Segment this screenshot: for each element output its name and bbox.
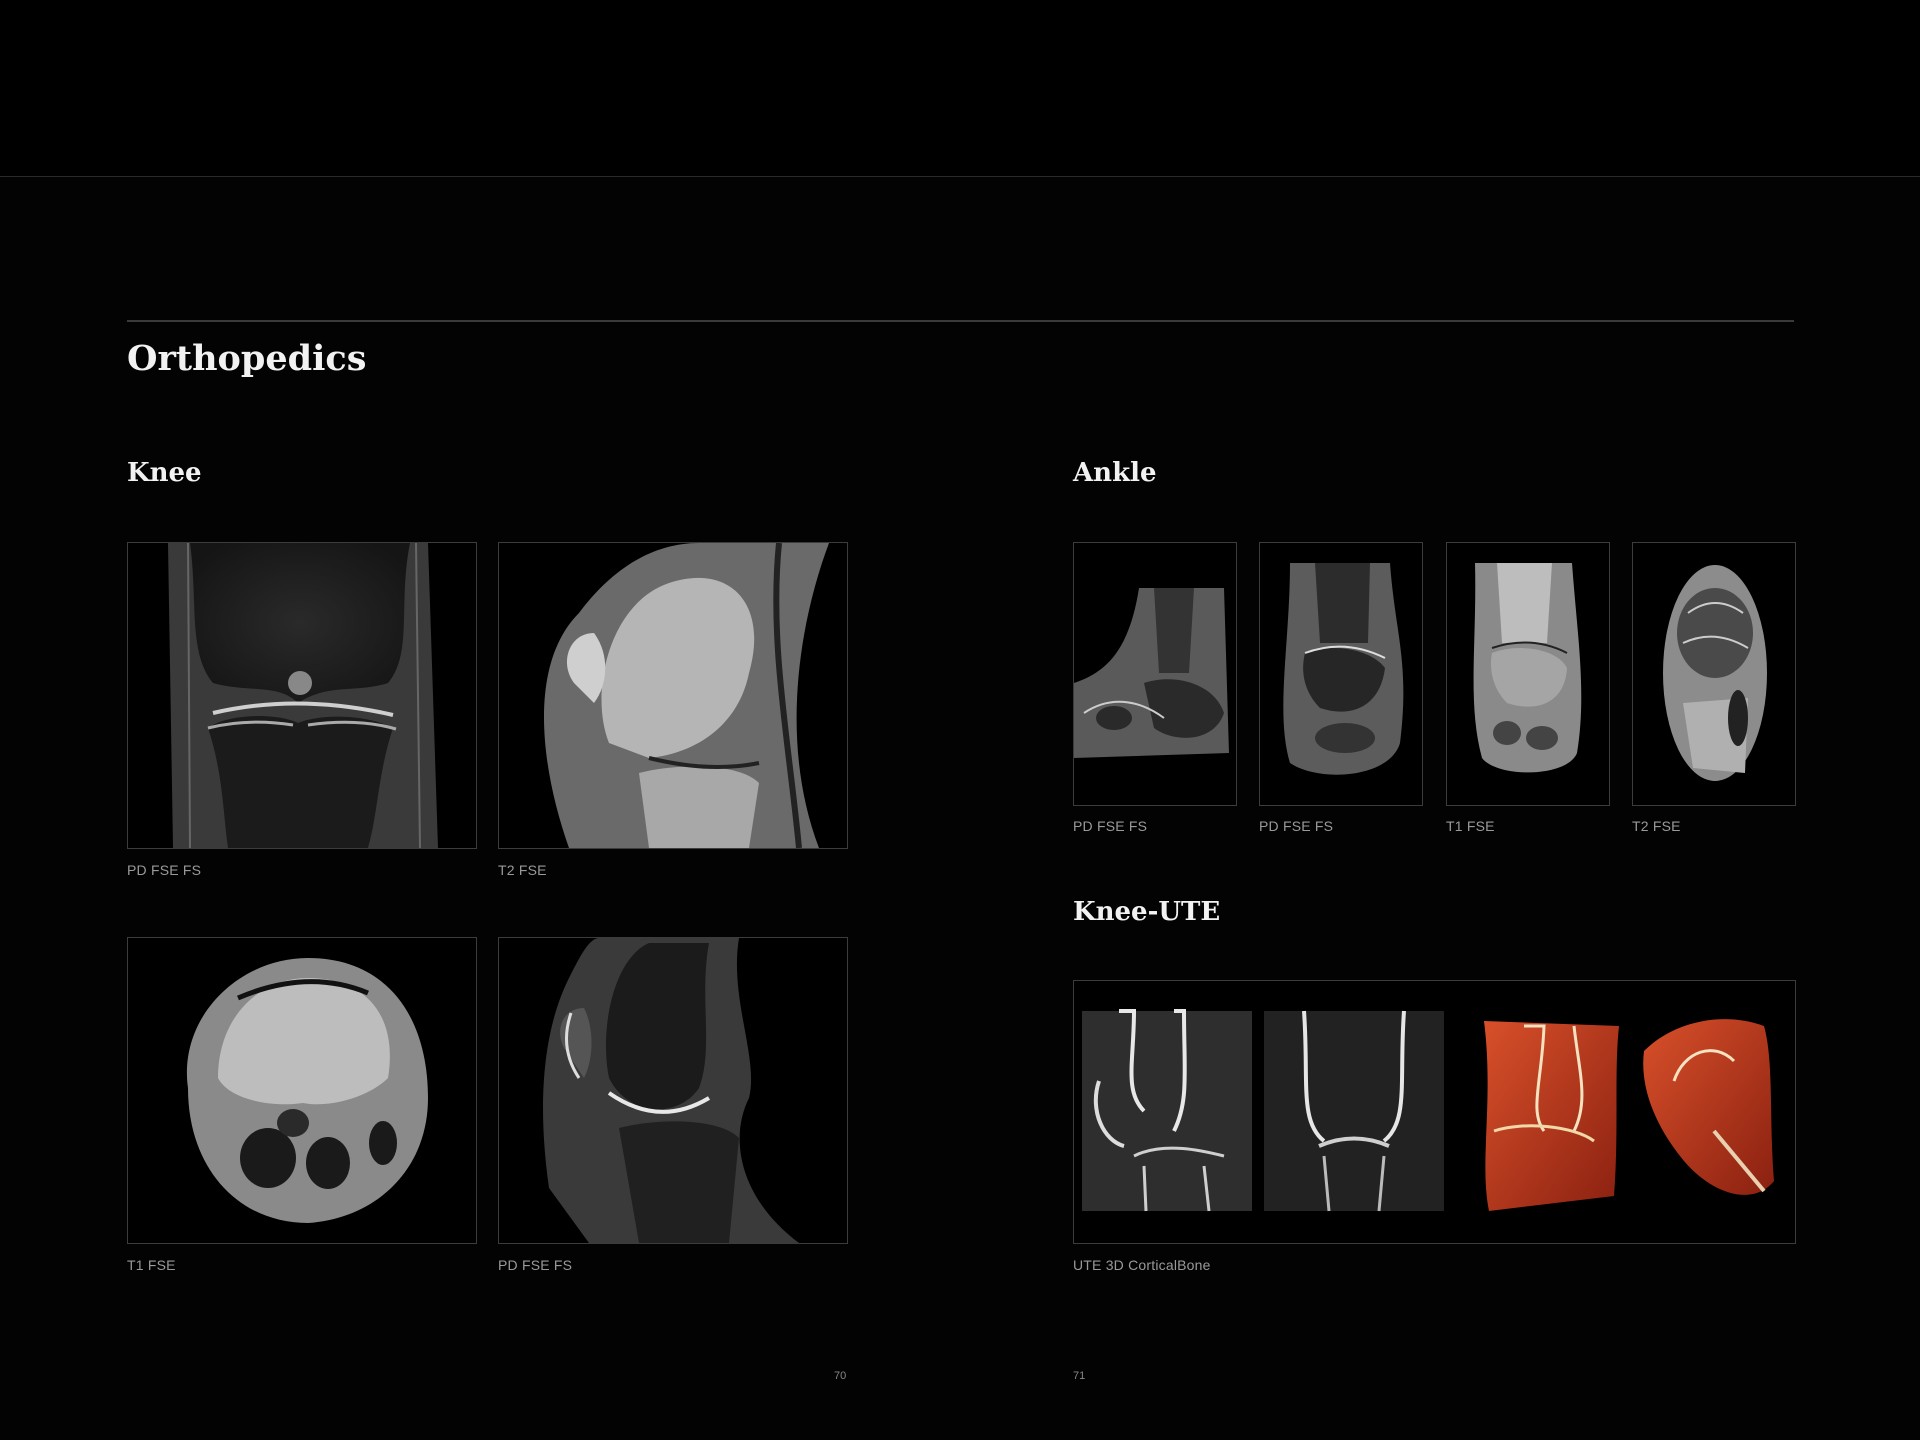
section-heading-ankle: Ankle [1073,458,1157,488]
caption-knee-2: T2 FSE [498,862,547,878]
knee-axial-image [127,937,477,1244]
header-rule [127,320,1794,322]
caption-ankle-3: T1 FSE [1446,818,1495,834]
page-number-right: 71 [1073,1370,1086,1382]
caption-knee-ute: UTE 3D CorticalBone [1073,1257,1211,1273]
caption-ankle-1: PD FSE FS [1073,818,1148,834]
page-number-left: 70 [834,1370,847,1382]
ankle-coronal-t1-image [1446,542,1610,806]
section-heading-knee-ute: Knee-UTE [1073,897,1221,927]
caption-knee-3: T1 FSE [127,1257,176,1273]
caption-ankle-2: PD FSE FS [1259,818,1334,834]
section-heading-knee: Knee [127,458,202,488]
ankle-sagittal-image [1073,542,1237,806]
caption-knee-1: PD FSE FS [127,862,202,878]
knee-coronal-image [127,542,477,849]
page-title: Orthopedics [127,338,367,379]
ankle-coronal-image [1259,542,1423,806]
knee-sagittal-image [498,542,848,849]
knee-sagittal-fs-image [498,937,848,1244]
caption-ankle-4: T2 FSE [1632,818,1681,834]
top-band [0,0,1920,177]
ankle-axial-image [1632,542,1796,806]
caption-knee-4: PD FSE FS [498,1257,573,1273]
knee-ute-composite-image [1073,980,1796,1244]
